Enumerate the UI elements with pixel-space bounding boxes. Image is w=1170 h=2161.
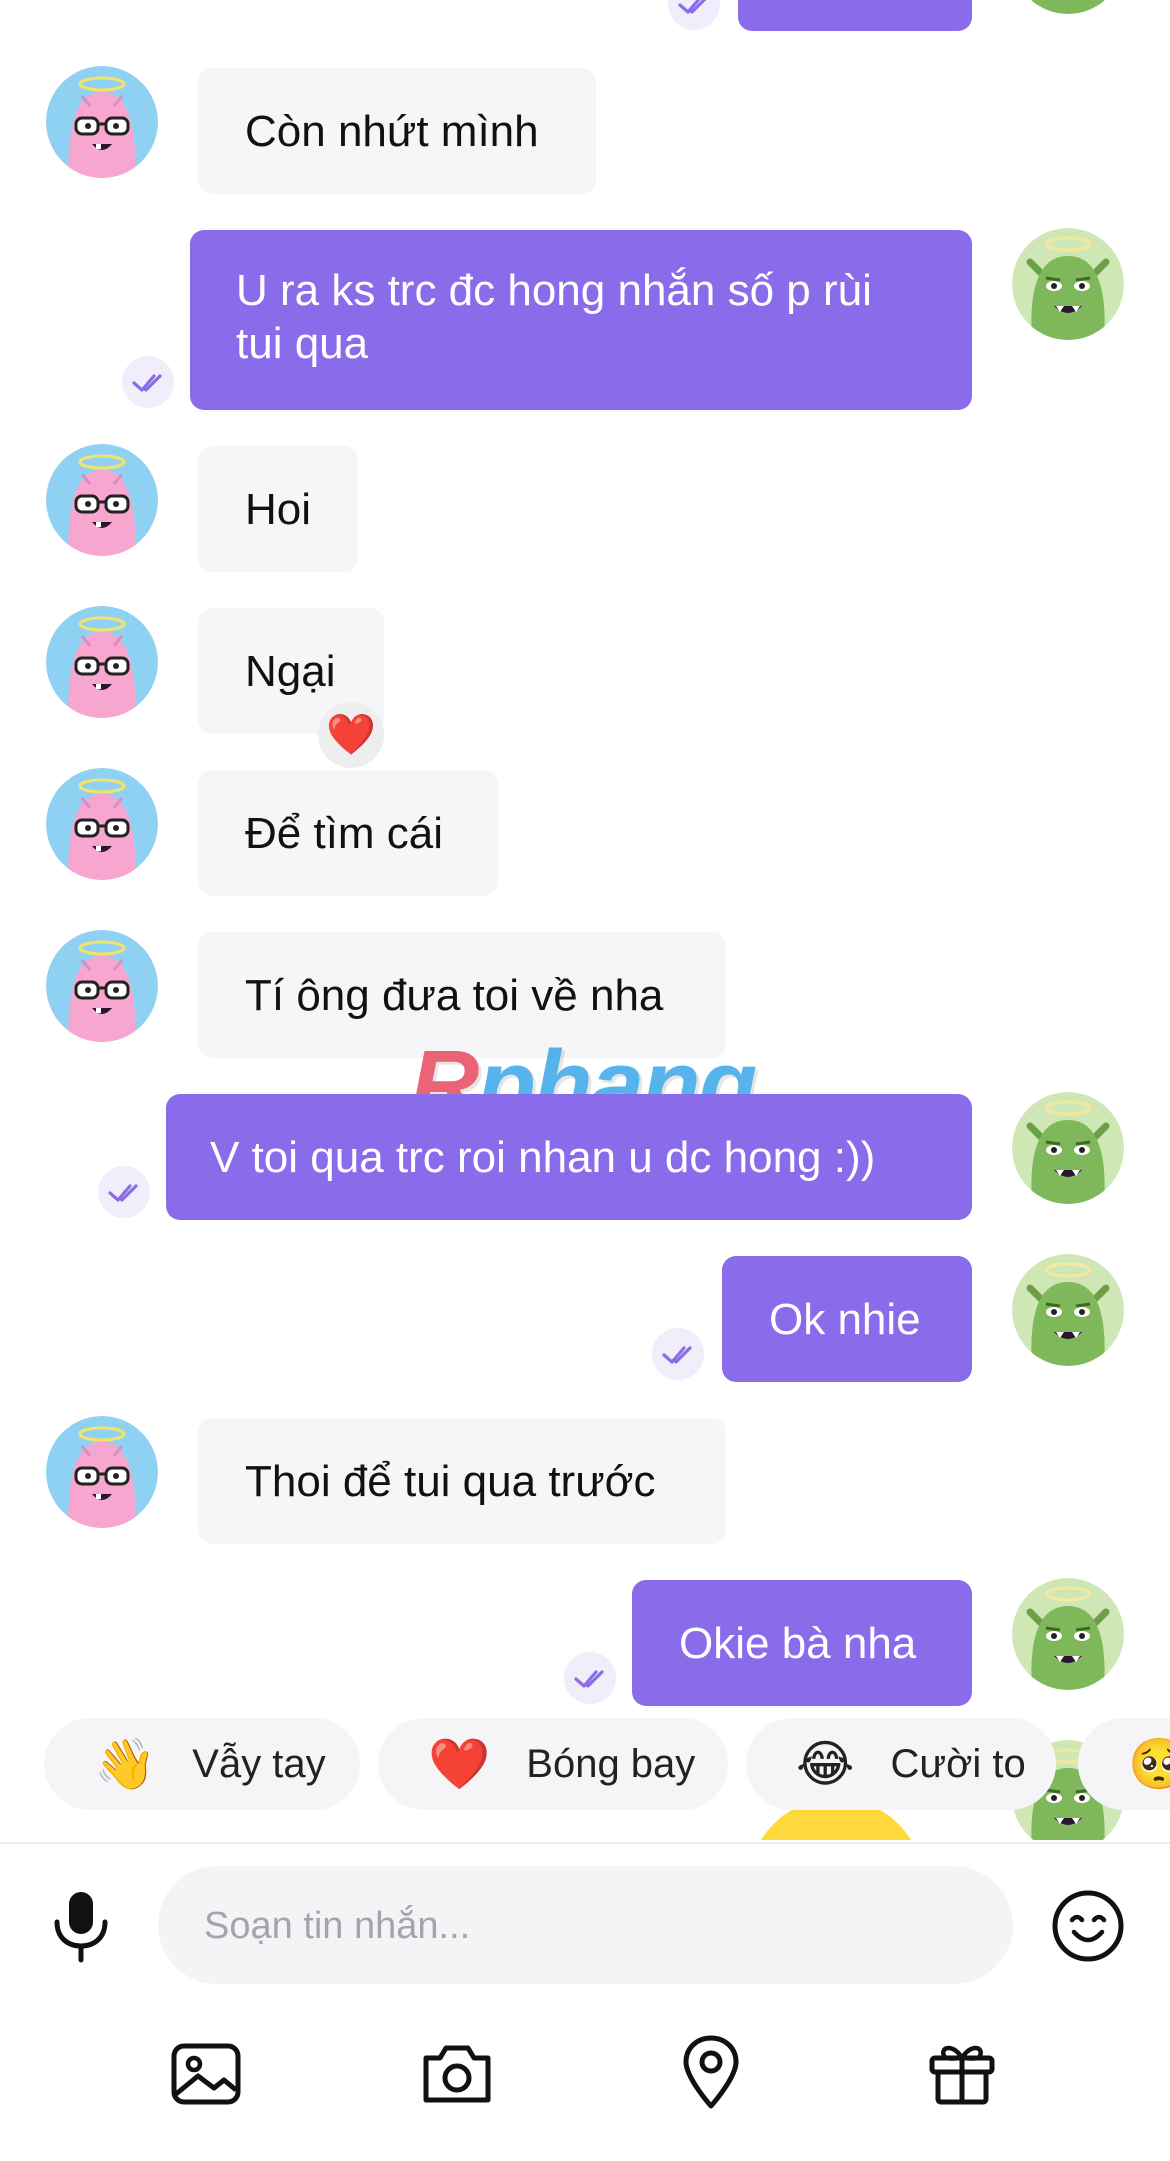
message-input[interactable] [202,1866,966,1986]
message-bubble-outgoing[interactable]: Ok nhie [722,1256,972,1382]
avatar-incoming[interactable] [46,768,158,880]
chat-thread[interactable]: Còn nhứt mình U ra ks trc đc hong nhắn s… [0,0,1170,1840]
quick-reaction-laugh[interactable]: 😂 Cười to [746,1718,1056,1810]
heart-icon: ❤️ [428,1735,491,1792]
avatar-outgoing[interactable] [1012,228,1124,340]
message-bubble-outgoing[interactable]: V toi qua trc roi nhan u dc hong :)) [166,1094,972,1220]
message-composer[interactable] [158,1866,1013,1986]
quick-reaction-balloon[interactable]: ❤️ Bóng bay [378,1718,728,1810]
quick-reaction-wave[interactable]: 👋 Vẫy tay [44,1718,360,1810]
read-receipt-icon [668,0,720,30]
message-bubble-outgoing[interactable]: U ra ks trc đc hong nhắn số p rùi tui qu… [190,230,972,410]
message-bubble-outgoing[interactable]: Okie bà nha [632,1580,972,1706]
read-receipt-icon [122,356,174,408]
gift-icon[interactable] [926,2036,998,2108]
message-bubble-outgoing[interactable] [738,0,972,31]
read-receipt-icon [652,1328,704,1380]
message-bubble-incoming[interactable]: Để tìm cái [198,770,498,896]
read-receipt-icon [564,1652,616,1704]
quick-reaction-bar[interactable]: 👋 Vẫy tay ❤️ Bóng bay 😂 Cười to 🥺 [0,1718,1170,1810]
message-bubble-incoming[interactable]: Hoi [198,446,358,572]
quick-reaction-label: Cười to [890,1741,1026,1786]
message-bubble-incoming[interactable]: Còn nhứt mình [198,68,596,194]
pleading-face-icon: 🥺 [1128,1735,1170,1792]
location-icon[interactable] [680,2032,742,2112]
quick-reaction-pleading[interactable]: 🥺 [1078,1718,1170,1810]
avatar-incoming[interactable] [46,66,158,178]
quick-reaction-label: Bóng bay [526,1741,696,1786]
avatar-outgoing[interactable] [1012,1092,1124,1204]
reaction-badge[interactable]: ❤️ [318,702,384,768]
image-icon[interactable] [170,2040,242,2108]
camera-icon[interactable] [420,2040,494,2108]
avatar-incoming[interactable] [46,1416,158,1528]
message-bubble-incoming[interactable]: Thoi để tui qua trước [198,1418,726,1544]
microphone-icon[interactable] [48,1888,114,1964]
avatar-outgoing[interactable] [1012,0,1124,14]
avatar-incoming[interactable] [46,444,158,556]
avatar-outgoing[interactable] [1012,1578,1124,1690]
waving-hand-icon: 👋 [94,1735,157,1792]
avatar-outgoing[interactable] [1012,1254,1124,1366]
read-receipt-icon [98,1166,150,1218]
laughing-face-icon: 😂 [796,1736,855,1792]
quick-reaction-label: Vẫy tay [192,1741,326,1786]
avatar-incoming[interactable] [46,930,158,1042]
composer-divider [0,1842,1170,1844]
emoji-icon[interactable] [1050,1888,1126,1964]
avatar-incoming[interactable] [46,606,158,718]
